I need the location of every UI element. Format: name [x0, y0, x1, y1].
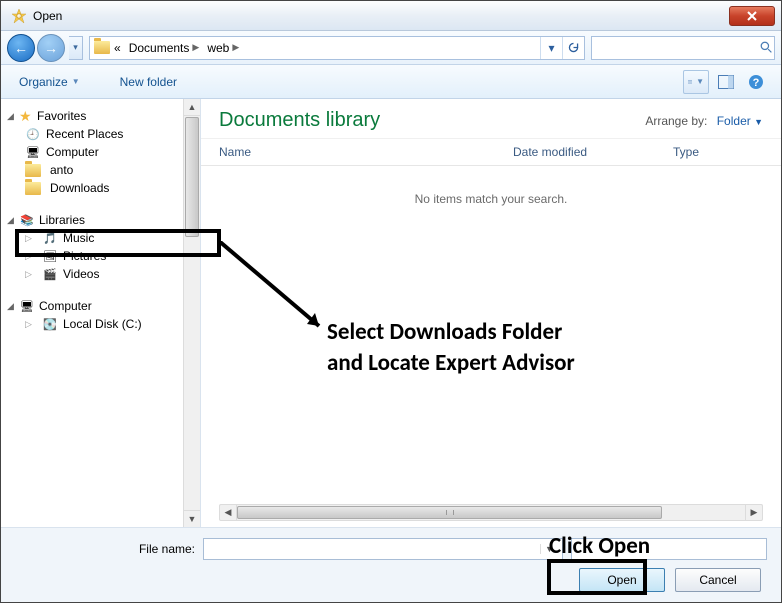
sidebar-item-music[interactable]: ▷🎵Music [7, 229, 200, 247]
filename-label: File name: [15, 542, 195, 556]
bottom-bar: File name: ▼ Open Cancel [1, 527, 781, 602]
help-button[interactable]: ? [743, 70, 769, 94]
chevron-right-icon: ▶ [192, 42, 199, 53]
library-title: Documents library [219, 109, 645, 132]
music-icon: 🎵 [42, 231, 58, 245]
libraries-group[interactable]: ◢ 📚Libraries [7, 211, 200, 229]
column-date[interactable]: Date modified [513, 145, 673, 159]
filename-input[interactable]: ▼ [203, 538, 563, 560]
sidebar-item-pictures[interactable]: ▷🖼Pictures [7, 247, 200, 265]
breadcrumb-web[interactable]: web▶ [203, 37, 243, 59]
refresh-button[interactable] [562, 37, 584, 59]
svg-text:?: ? [753, 77, 760, 89]
folder-icon [25, 182, 41, 195]
sidebar-item-computer[interactable]: 🖥Computer [7, 143, 200, 161]
chevron-down-icon: ▼ [72, 77, 80, 86]
videos-icon: 🎬 [42, 267, 58, 281]
content-area: ◢ ★Favorites 🕘Recent Places 🖥Computer an… [1, 99, 781, 527]
forward-button[interactable]: → [37, 34, 65, 62]
go-button[interactable]: ▾ [540, 37, 562, 59]
search-box[interactable] [591, 36, 775, 60]
expand-icon: ▷ [25, 233, 37, 244]
pictures-icon: 🖼 [42, 249, 58, 263]
empty-message: No items match your search. [201, 166, 781, 232]
close-button[interactable] [729, 6, 775, 26]
scroll-thumb[interactable] [237, 506, 662, 519]
breadcrumb-root[interactable]: « [90, 37, 125, 59]
arrow-right-icon: → [44, 40, 58, 56]
arrange-by-dropdown[interactable]: Folder ▼ [717, 114, 763, 128]
folder-icon [25, 164, 41, 177]
chevron-right-icon: ▶ [232, 42, 239, 53]
search-button[interactable] [759, 41, 774, 54]
star-icon: ★ [19, 109, 33, 123]
address-bar[interactable]: « Documents▶ web▶ ▾ [89, 36, 585, 60]
navigation-pane: ◢ ★Favorites 🕘Recent Places 🖥Computer an… [1, 99, 201, 527]
sidebar-scrollbar[interactable]: ▲ ▼ [183, 99, 200, 527]
disk-icon: 💽 [42, 317, 58, 331]
column-name[interactable]: Name [219, 145, 513, 159]
organize-button[interactable]: Organize▼ [11, 71, 88, 93]
svg-text:!: ! [18, 14, 19, 19]
window-title: Open [33, 9, 729, 23]
search-icon [760, 41, 773, 54]
preview-pane-button[interactable] [713, 70, 739, 94]
recent-icon: 🕘 [25, 127, 41, 141]
preview-pane-icon [718, 75, 734, 89]
scroll-left-button[interactable]: ◀ [220, 505, 237, 520]
file-view: Documents library Arrange by: Folder ▼ N… [201, 99, 781, 527]
chevron-down-icon: ▼ [696, 77, 704, 86]
back-button[interactable]: ← [7, 34, 35, 62]
open-button[interactable]: Open [579, 568, 665, 592]
folder-icon [94, 41, 110, 54]
cancel-button[interactable]: Cancel [675, 568, 761, 592]
sidebar-item-videos[interactable]: ▷🎬Videos [7, 265, 200, 283]
expand-icon: ▷ [25, 319, 37, 330]
sidebar-item-anto[interactable]: anto [7, 161, 200, 179]
collapse-icon: ◢ [7, 215, 19, 226]
search-input[interactable] [592, 41, 759, 55]
library-header: Documents library Arrange by: Folder ▼ [201, 99, 781, 138]
nav-bar: ← → ▾ « Documents▶ web▶ ▾ [1, 31, 781, 65]
libraries-icon: 📚 [19, 213, 35, 227]
collapse-icon: ◢ [7, 301, 19, 312]
arrow-left-icon: ← [14, 40, 28, 56]
titlebar: ! Open [1, 1, 781, 31]
new-folder-button[interactable]: New folder [112, 71, 185, 93]
refresh-icon [567, 41, 580, 54]
app-icon: ! [11, 8, 27, 24]
sidebar-item-recent[interactable]: 🕘Recent Places [7, 125, 200, 143]
collapse-icon: ◢ [7, 111, 19, 122]
column-headers: Name Date modified Type [201, 138, 781, 166]
expand-icon: ▷ [25, 251, 37, 262]
expand-icon: ▷ [25, 269, 37, 280]
scroll-thumb[interactable] [185, 117, 199, 237]
help-icon: ? [748, 74, 764, 90]
column-type[interactable]: Type [673, 145, 763, 159]
scroll-right-button[interactable]: ▶ [745, 505, 762, 520]
computer-group[interactable]: ◢ 🖥Computer [7, 297, 200, 315]
computer-icon: 🖥 [19, 299, 35, 313]
list-view-icon [688, 76, 692, 88]
view-options-button[interactable]: ▼ [683, 70, 709, 94]
chevron-down-icon: ▼ [754, 117, 763, 127]
breadcrumb-documents[interactable]: Documents▶ [125, 37, 204, 59]
arrange-by-label: Arrange by: Folder ▼ [645, 114, 763, 128]
scroll-down-button[interactable]: ▼ [184, 510, 200, 527]
command-bar: Organize▼ New folder ▼ ? [1, 65, 781, 99]
breadcrumb-prefix: « [114, 41, 121, 55]
filetype-dropdown[interactable] [571, 538, 767, 560]
sidebar-item-localdisk[interactable]: ▷💽Local Disk (C:) [7, 315, 200, 333]
filename-dropdown[interactable]: ▼ [540, 544, 558, 554]
scroll-up-button[interactable]: ▲ [184, 99, 200, 116]
favorites-group[interactable]: ◢ ★Favorites [7, 107, 200, 125]
history-dropdown[interactable]: ▾ [69, 36, 83, 60]
computer-icon: 🖥 [25, 145, 41, 159]
horizontal-scrollbar[interactable]: ◀ ▶ [219, 504, 763, 521]
sidebar-item-downloads[interactable]: Downloads [7, 179, 200, 197]
open-dialog: ! Open ← → ▾ « Documents▶ web▶ ▾ [0, 0, 782, 603]
